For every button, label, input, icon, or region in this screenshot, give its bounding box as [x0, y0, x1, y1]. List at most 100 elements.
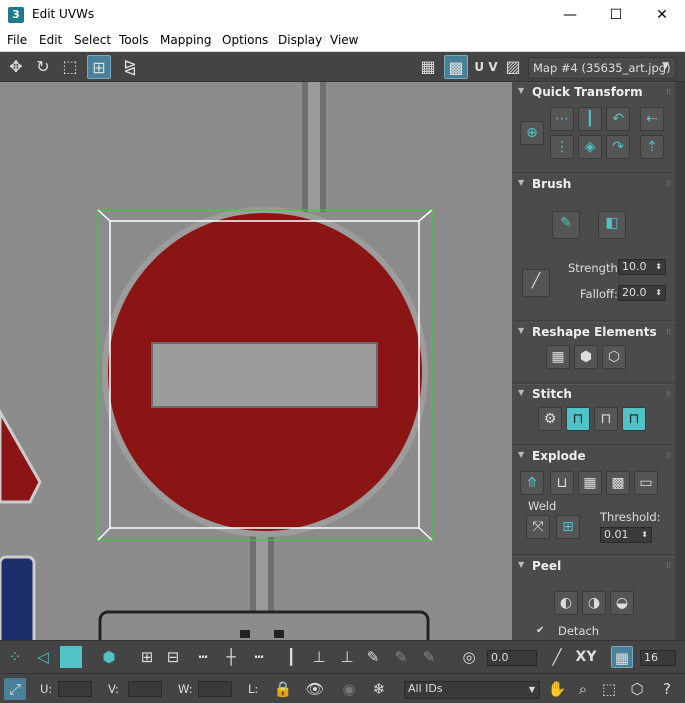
- stitch-average-icon[interactable]: ⊓: [594, 407, 618, 431]
- break-icon[interactable]: ⤊: [520, 471, 544, 495]
- stitch-source-icon[interactable]: ⊓: [566, 407, 590, 431]
- vertex-mode-icon[interactable]: ⁘: [4, 646, 26, 668]
- soft-select-icon[interactable]: ⊥: [308, 646, 330, 668]
- lock-icon[interactable]: 🔒: [272, 678, 294, 700]
- grow-selection-icon[interactable]: ⊞: [136, 646, 158, 668]
- relax-until-flat-icon[interactable]: ⬢: [574, 345, 598, 369]
- space-vertical-icon[interactable]: ◈: [578, 135, 602, 159]
- uv-viewport[interactable]: [0, 82, 512, 640]
- stitch-target-icon[interactable]: ⊓: [622, 407, 646, 431]
- uv-toggle[interactable]: U V: [472, 55, 500, 79]
- collapse-arrow-icon[interactable]: ▼: [518, 326, 524, 335]
- close-button[interactable]: ✕: [639, 0, 685, 30]
- help-icon[interactable]: ?: [656, 678, 678, 700]
- freeze-icon[interactable]: ❄: [368, 678, 390, 700]
- spinner-icon[interactable]: ⬍: [641, 528, 648, 542]
- maximize-button[interactable]: ☐: [593, 0, 639, 30]
- spinner-icon[interactable]: ⬍: [655, 260, 662, 274]
- grip-icon[interactable]: ⁞⁞: [666, 561, 671, 570]
- edge-loop-icon[interactable]: ┅: [192, 646, 214, 668]
- weld-selected-icon[interactable]: ⤧: [526, 515, 550, 539]
- detach-checkbox[interactable]: ✔: [536, 625, 544, 636]
- u-field[interactable]: [58, 681, 92, 697]
- w-field[interactable]: [198, 681, 232, 697]
- peel-title[interactable]: Peel: [532, 559, 561, 573]
- map-select[interactable]: Map #4 (35635_art.jpg) ▼: [528, 57, 676, 79]
- grip-icon[interactable]: ⁞⁞: [666, 179, 671, 188]
- align-horizontal-icon[interactable]: ⋯: [550, 107, 574, 131]
- element-mode-icon[interactable]: ⬢: [98, 646, 120, 668]
- rotate-cw-icon[interactable]: ↷: [606, 135, 630, 159]
- pan-icon[interactable]: ✋: [546, 678, 568, 700]
- zoom-icon[interactable]: ⌕: [572, 678, 594, 700]
- scale-icon[interactable]: ⬚: [58, 55, 82, 79]
- align-vertical-icon[interactable]: ⋮: [550, 135, 574, 159]
- explode-title[interactable]: Explode: [532, 449, 586, 463]
- paint-move-icon[interactable]: ✎: [552, 211, 580, 239]
- flatten-by-smoothing-icon[interactable]: ▩: [606, 471, 630, 495]
- space-horizontal-icon[interactable]: ┃: [578, 107, 602, 131]
- brush-icon[interactable]: ✎: [362, 646, 384, 668]
- stitch-custom-icon[interactable]: ⚙: [538, 407, 562, 431]
- edge-mode-icon[interactable]: ◁: [32, 646, 54, 668]
- polygon-mode-icon[interactable]: [60, 646, 82, 668]
- grip-icon[interactable]: ⁞⁞: [666, 327, 671, 336]
- xy-toggle[interactable]: XY: [572, 646, 600, 668]
- grip-icon[interactable]: ⁞⁞: [666, 389, 671, 398]
- uv-canvas[interactable]: [0, 82, 512, 640]
- rotate-icon[interactable]: ↻: [31, 55, 55, 79]
- menu-mapping[interactable]: Mapping: [160, 33, 212, 47]
- menu-tools[interactable]: Tools: [119, 33, 149, 47]
- menu-view[interactable]: View: [330, 33, 358, 47]
- weld-all-icon[interactable]: ⊞: [556, 515, 580, 539]
- relax-brush-icon[interactable]: ◧: [598, 211, 626, 239]
- grip-icon[interactable]: ⁞⁞: [666, 451, 671, 460]
- menu-edit[interactable]: Edit: [39, 33, 62, 47]
- collapse-arrow-icon[interactable]: ▼: [518, 450, 524, 459]
- minimize-button[interactable]: —: [547, 0, 593, 30]
- snap-grid-icon[interactable]: ▦: [611, 646, 633, 668]
- hide-icon[interactable]: ◉: [338, 678, 360, 700]
- grip-icon[interactable]: ⁞⁞: [666, 87, 671, 96]
- collapse-arrow-icon[interactable]: ▼: [518, 388, 524, 397]
- peel-mode-icon[interactable]: ◑: [582, 591, 606, 615]
- falloff-curve-icon[interactable]: ╱: [522, 269, 550, 297]
- collapse-arrow-icon[interactable]: ▼: [518, 178, 524, 187]
- detach-edge-icon[interactable]: ⊔: [550, 471, 574, 495]
- checker-icon[interactable]: ▦: [416, 55, 440, 79]
- ids-select[interactable]: All IDs ▼: [404, 681, 540, 699]
- move-icon[interactable]: ✥: [4, 55, 28, 79]
- quick-peel-icon[interactable]: ◐: [554, 591, 578, 615]
- show-map-icon[interactable]: ▩: [444, 55, 468, 79]
- flatten-by-polygon-icon[interactable]: ▦: [578, 471, 602, 495]
- panel-scrollbar[interactable]: [676, 82, 685, 640]
- offset-field[interactable]: 0.0: [487, 650, 537, 666]
- brush-title[interactable]: Brush: [532, 177, 571, 191]
- paint-select-icon[interactable]: ⊥: [336, 646, 358, 668]
- zoom-extents-icon[interactable]: ⬡: [626, 678, 648, 700]
- menu-display[interactable]: Display: [278, 33, 322, 47]
- collapse-arrow-icon[interactable]: ▼: [518, 560, 524, 569]
- rotate-ccw-icon[interactable]: ↶: [606, 107, 630, 131]
- transform-mode-icon[interactable]: ⤢: [4, 678, 26, 700]
- zoom-region-icon[interactable]: ⬚: [598, 678, 620, 700]
- map-options-icon[interactable]: ▨: [501, 55, 525, 79]
- relax-icon[interactable]: ⬡: [602, 345, 626, 369]
- flip-vertical-icon[interactable]: ⇡: [640, 135, 664, 159]
- align-center-icon[interactable]: ⊕: [520, 121, 544, 145]
- threshold-field[interactable]: 0.01 ⬍: [600, 527, 652, 543]
- show-hidden-icon[interactable]: 👁: [304, 678, 326, 700]
- select-by-angle-icon[interactable]: ┃: [280, 646, 302, 668]
- reshape-title[interactable]: Reshape Elements: [532, 325, 657, 339]
- menu-file[interactable]: File: [7, 33, 27, 47]
- straighten-icon[interactable]: ▦: [546, 345, 570, 369]
- brush-plus-icon[interactable]: ✎: [418, 646, 440, 668]
- menu-options[interactable]: Options: [222, 33, 268, 47]
- strength-field[interactable]: 10.0 ⬍: [618, 259, 666, 275]
- flatten-by-material-icon[interactable]: ▭: [634, 471, 658, 495]
- soft-selection-falloff-icon[interactable]: ◎: [458, 646, 480, 668]
- line-icon[interactable]: ╱: [546, 646, 568, 668]
- point-to-point-icon[interactable]: ┅: [248, 646, 270, 668]
- stitch-title[interactable]: Stitch: [532, 387, 572, 401]
- flip-horizontal-icon[interactable]: ⇠: [640, 107, 664, 131]
